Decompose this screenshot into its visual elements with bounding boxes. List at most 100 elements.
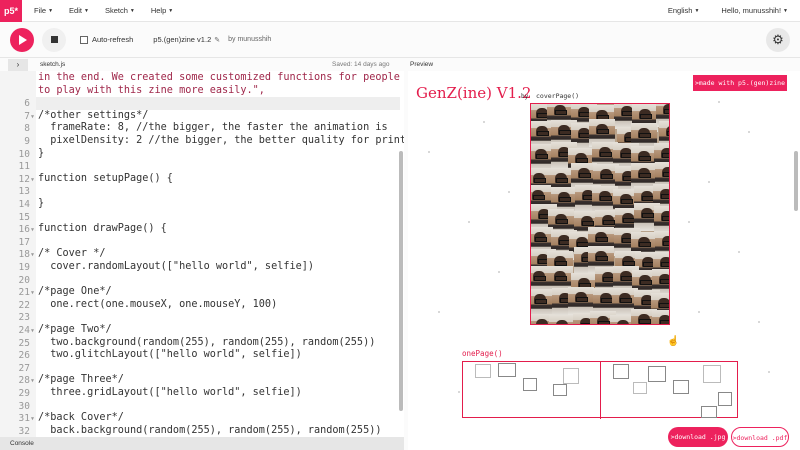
cover-page-canvas[interactable] (530, 103, 670, 325)
fold-arrow-icon[interactable]: ▼ (31, 416, 34, 422)
preview-scrollbar[interactable] (794, 151, 798, 211)
fold-arrow-icon[interactable]: ▼ (31, 328, 34, 334)
code-line: /*back Cover*/ (38, 412, 124, 424)
menu-edit-label: Edit (69, 6, 82, 15)
background-dot (698, 311, 700, 313)
rect-shape (613, 364, 629, 379)
line-number: 30 (18, 400, 30, 412)
code-line: frameRate: 8, //the bigger, the faster t… (38, 122, 388, 134)
background-dot (468, 221, 470, 223)
chevron-down-icon: ▼ (783, 8, 788, 15)
code-line: three.gridLayout(["hello world", selfie]… (38, 387, 302, 398)
fold-arrow-icon[interactable]: ▼ (31, 252, 34, 258)
line-number: 9 (24, 136, 30, 147)
code-line: } (38, 198, 45, 209)
chevron-down-icon: ▼ (83, 8, 89, 15)
background-dot (758, 321, 760, 323)
one-page-label: onePage() (462, 349, 503, 358)
user-menu[interactable]: Hello, munusshih! ▼ (721, 6, 788, 15)
preview-label: Preview (410, 61, 434, 68)
line-number: 23 (18, 312, 30, 324)
background-dot (508, 191, 510, 193)
project-byline[interactable]: by munusshih (228, 36, 271, 43)
sidebar-toggle-button[interactable]: › (8, 59, 28, 71)
menu-help[interactable]: Help ▼ (151, 6, 173, 15)
chevron-down-icon: ▼ (694, 8, 700, 15)
rect-shape (703, 365, 721, 383)
rect-shape (648, 366, 666, 382)
menu-help-label: Help (150, 6, 167, 15)
code-line: to play with this zine more easily.", (38, 84, 265, 96)
download-pdf-button[interactable]: >download .pdf (731, 427, 789, 447)
project-name[interactable]: p5.(gen)zine v1.2 (153, 35, 211, 44)
fold-arrow-icon[interactable]: ▼ (31, 114, 34, 120)
pencil-icon[interactable]: ✎ (214, 36, 220, 44)
menu-sketch-label: Sketch (104, 6, 128, 15)
page-divider (600, 362, 601, 419)
rect-shape (498, 363, 516, 377)
play-button[interactable] (10, 27, 34, 52)
code-line: one.rect(one.mouseX, one.mouseY, 100) (38, 298, 278, 310)
code-line: } (38, 147, 45, 159)
rect-shape (563, 368, 579, 384)
selfie-tile (653, 205, 669, 234)
one-page-canvas[interactable] (462, 361, 738, 419)
gear-icon[interactable]: ⚙ (766, 28, 790, 52)
toolbar: Auto-refresh p5.(gen)zine v1.2 ✎ by munu… (0, 22, 800, 58)
fold-arrow-icon[interactable]: ▼ (31, 378, 34, 384)
code-line: in the end. We created some customized f… (38, 72, 400, 83)
code-line: function drawPage() { (38, 223, 167, 235)
line-number: 32 (18, 425, 30, 437)
file-tab[interactable]: sketch.js (40, 61, 65, 68)
stop-button[interactable] (42, 27, 66, 52)
code-line: two.background(random(255), random(255),… (38, 336, 376, 348)
rect-shape (673, 380, 689, 394)
rect-shape (523, 378, 537, 391)
editor-scrollbar[interactable] (399, 151, 403, 411)
line-number: 20 (18, 274, 30, 286)
background-dot (428, 151, 430, 153)
fold-arrow-icon[interactable]: ▼ (31, 227, 34, 233)
menu-file[interactable]: File ▼ (34, 6, 53, 15)
fold-arrow-icon[interactable]: ▼ (31, 177, 34, 183)
chevron-down-icon: ▼ (48, 8, 54, 15)
line-number: 13 (18, 186, 30, 198)
autorefresh-toggle[interactable]: Auto-refresh (80, 35, 133, 44)
background-dot (738, 251, 740, 253)
code-line: /*page One*/ (38, 286, 112, 298)
line-number: 24 (18, 325, 30, 336)
download-jpg-button[interactable]: >download .jpg (668, 427, 728, 447)
menu-edit[interactable]: Edit ▼ (69, 6, 89, 15)
rect-shape (553, 384, 567, 396)
top-nav: p5* File ▼ Edit ▼ Sketch ▼ Help ▼ English ▼ H… (0, 0, 800, 22)
background-dot (483, 121, 485, 123)
line-number: 29 (18, 388, 30, 399)
p5-logo[interactable]: p5* (0, 0, 22, 22)
line-number: 19 (18, 262, 30, 273)
code-line: function setupPage() { (38, 172, 173, 184)
language-select[interactable]: English ▼ (668, 6, 700, 15)
background-dot (748, 131, 750, 133)
chevron-down-icon: ▼ (168, 8, 174, 15)
made-with-button[interactable]: >made with p5.(gen)zine (693, 75, 787, 91)
rect-shape (701, 406, 717, 418)
preview-pane: GenZ(ine) V1.2 by coverPage() >made with… (408, 71, 800, 450)
user-label: Hello, munusshih! (721, 6, 782, 15)
zine-title: GenZ(ine) V1.2 (416, 84, 532, 102)
background-dot (688, 221, 690, 223)
line-number: 22 (18, 299, 30, 311)
fold-arrow-icon[interactable]: ▼ (31, 290, 34, 296)
code-editor[interactable]: in the end. We created some customized f… (0, 71, 404, 437)
autorefresh-checkbox[interactable] (80, 35, 88, 44)
selfie-tile (652, 310, 669, 324)
line-number: 7 (24, 110, 30, 122)
menu-sketch[interactable]: Sketch ▼ (105, 6, 135, 15)
line-number: 26 (18, 350, 30, 362)
line-number: 11 (18, 161, 30, 173)
cover-page-label: coverPage() (536, 92, 580, 100)
autorefresh-label: Auto-refresh (92, 35, 134, 44)
line-number: 10 (18, 148, 30, 160)
code-line: /*page Three*/ (38, 374, 124, 386)
console-bar[interactable]: Console (0, 437, 404, 450)
main-menu: File ▼ Edit ▼ Sketch ▼ Help ▼ (34, 6, 173, 15)
